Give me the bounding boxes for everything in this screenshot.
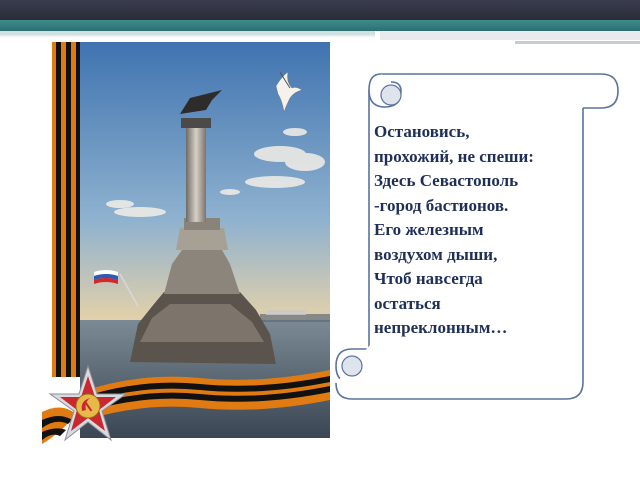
poem-line: -город бастионов. <box>374 195 509 215</box>
poem-line: Остановись, <box>374 122 470 141</box>
top-decor-bar <box>0 0 640 20</box>
poem-line: прохожий, не спеши: <box>374 146 534 166</box>
top-decor-tab <box>380 31 640 40</box>
order-star-decoration <box>42 364 128 444</box>
poem-line: Чтоб навсегда <box>374 269 483 288</box>
poem-line: Его железным <box>374 220 484 239</box>
top-decor-tab-line <box>515 41 640 44</box>
top-decor-stripe <box>0 20 640 31</box>
poem-text: Остановись, прохожий, не спеши: Здесь Се… <box>374 120 582 341</box>
poem-line: непреклонным… <box>374 318 508 337</box>
st-george-ribbon-vertical <box>52 42 80 377</box>
poem-line: Здесь Севастополь <box>374 171 519 190</box>
poem-line: остаться <box>374 293 441 313</box>
russian-flag-icon <box>94 270 118 284</box>
top-decor-shadow <box>0 35 375 38</box>
poem-line: воздухом дыши, <box>374 244 498 264</box>
